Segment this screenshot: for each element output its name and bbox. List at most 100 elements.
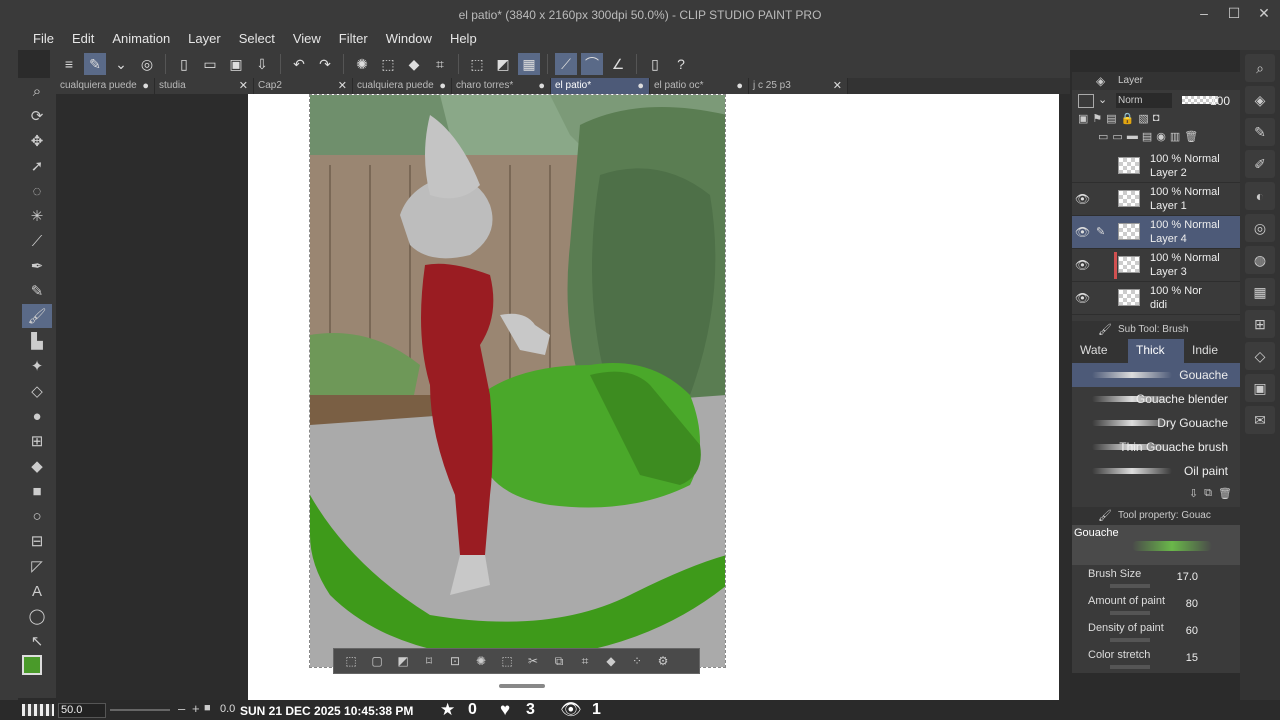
- brush-item[interactable]: Dry Gouache: [1072, 411, 1240, 435]
- stop-icon[interactable]: ■: [204, 702, 211, 714]
- new-folder-icon[interactable]: ▬: [1127, 130, 1138, 150]
- prop-brush-size[interactable]: Brush Size 17.0: [1072, 565, 1240, 592]
- layers-icon[interactable]: ◈: [1245, 86, 1275, 114]
- reference-icon[interactable]: ⚑: [1092, 112, 1102, 130]
- copy-paste-icon[interactable]: ⧉: [548, 654, 570, 669]
- grid-icon[interactable]: ⊞: [22, 429, 52, 453]
- clip-studio-icon[interactable]: ◎: [136, 53, 158, 75]
- pencil-icon[interactable]: ✎: [22, 279, 52, 303]
- main-color-swatch[interactable]: [22, 655, 42, 675]
- deselect-icon[interactable]: ⬚: [466, 53, 488, 75]
- snap-ruler-icon[interactable]: ⟋: [555, 53, 577, 75]
- layer-row[interactable]: 👁 100 % Nor didi: [1072, 282, 1240, 315]
- operation-icon[interactable]: ➚: [22, 154, 52, 178]
- fill-bucket-icon[interactable]: ◆: [22, 454, 52, 478]
- redo-icon[interactable]: ↷: [314, 53, 336, 75]
- menu-help[interactable]: Help: [441, 30, 486, 50]
- tab-document[interactable]: j c 25 p3 ✕: [749, 78, 848, 94]
- layer-row[interactable]: 👁 100 % Normal Layer 1: [1072, 183, 1240, 216]
- layer-row[interactable]: 👁 100 % Normal Layer 3: [1072, 249, 1240, 282]
- unsaved-dot-icon[interactable]: ●: [736, 78, 743, 94]
- color-set-icon[interactable]: ▦: [1245, 278, 1275, 306]
- material-icon[interactable]: ⊞: [1245, 310, 1275, 338]
- blend-icon[interactable]: ●: [22, 404, 52, 428]
- tab-document[interactable]: el patio oc* ●: [650, 78, 749, 94]
- tab-document[interactable]: studia ✕: [155, 78, 254, 94]
- unsaved-dot-icon[interactable]: ●: [538, 78, 545, 94]
- show-selection-icon[interactable]: ▦: [518, 53, 540, 75]
- prop-slider[interactable]: [1110, 665, 1150, 669]
- eraser-icon[interactable]: ◇: [22, 379, 52, 403]
- gradient-icon[interactable]: ■: [22, 479, 52, 503]
- intermediate-color-icon[interactable]: ◇: [1245, 342, 1275, 370]
- trash-icon[interactable]: 🗑: [1184, 130, 1198, 150]
- transform-icon[interactable]: ⌗: [429, 53, 451, 75]
- unsaved-dot-icon[interactable]: ●: [142, 78, 149, 94]
- tab-document-active[interactable]: el patio* ●: [551, 78, 650, 94]
- eye-icon[interactable]: 👁: [1075, 258, 1090, 272]
- shrink-selection-icon[interactable]: ⊡: [444, 654, 466, 668]
- deselect-icon[interactable]: ⬚: [340, 654, 362, 668]
- color-history-icon[interactable]: ◍: [1245, 246, 1275, 274]
- save-icon[interactable]: ▣: [225, 53, 247, 75]
- close-icon[interactable]: ✕: [1256, 5, 1272, 22]
- menu-window[interactable]: Window: [377, 30, 441, 50]
- hamburger-menu-icon[interactable]: ≡: [58, 53, 80, 75]
- zoom-field[interactable]: 50.0: [58, 703, 106, 718]
- maximize-icon[interactable]: ☐: [1226, 5, 1242, 22]
- export-icon[interactable]: ⇩: [251, 53, 273, 75]
- menu-filter[interactable]: Filter: [330, 30, 377, 50]
- draft-icon[interactable]: ▤: [1106, 112, 1116, 130]
- pen-icon[interactable]: ✒: [22, 254, 52, 278]
- lock-icon[interactable]: 🔒: [1121, 112, 1135, 130]
- tab-document[interactable]: cualquiera puede ●: [56, 78, 155, 94]
- mask-icon[interactable]: ◘: [1153, 112, 1160, 130]
- auto-action-icon[interactable]: ✉: [1245, 406, 1275, 434]
- new-layer-icon[interactable]: ▤: [1142, 130, 1152, 150]
- search-icon[interactable]: ⌕: [1245, 54, 1275, 82]
- prop-slider[interactable]: [1110, 584, 1150, 588]
- clear-outside-icon[interactable]: ⬚: [377, 53, 399, 75]
- layer-row[interactable]: 100 % Normal Layer 2: [1072, 150, 1240, 183]
- correct-line-icon[interactable]: ↖: [22, 629, 52, 653]
- prop-value[interactable]: 80: [1186, 598, 1198, 610]
- prop-slider[interactable]: [1110, 638, 1150, 642]
- lock-transparency-icon[interactable]: ▧: [1138, 112, 1148, 130]
- frame-icon[interactable]: ⊟: [22, 529, 52, 553]
- unsaved-dot-icon[interactable]: ●: [637, 78, 644, 94]
- brush-item[interactable]: Gouache blender: [1072, 387, 1240, 411]
- magic-wand-icon[interactable]: ✳: [22, 204, 52, 228]
- prop-amount-of-paint[interactable]: Amount of paint 80: [1072, 592, 1240, 619]
- fill-icon[interactable]: ◆: [403, 53, 425, 75]
- tab-document[interactable]: charo torres* ●: [452, 78, 551, 94]
- brush-icon[interactable]: 🖌: [22, 304, 52, 328]
- invert-selection-icon[interactable]: ◩: [492, 53, 514, 75]
- duplicate-icon[interactable]: ⧉: [1204, 487, 1212, 507]
- clip-icon[interactable]: ▣: [1078, 112, 1088, 130]
- undo-icon[interactable]: ↶: [288, 53, 310, 75]
- prop-value[interactable]: 60: [1186, 625, 1198, 637]
- text-icon[interactable]: A: [22, 579, 52, 603]
- layer-color-box[interactable]: [1078, 94, 1094, 108]
- smartphone-icon[interactable]: ▯: [644, 53, 666, 75]
- invert-selection-icon[interactable]: ◩: [392, 654, 414, 668]
- chevron-down-icon[interactable]: ⌄: [110, 53, 132, 75]
- clear-outside-icon[interactable]: ⬚: [496, 654, 518, 668]
- balloon-icon[interactable]: ◯: [22, 604, 52, 628]
- menu-file[interactable]: File: [24, 30, 63, 50]
- decoration-icon[interactable]: ✦: [22, 354, 52, 378]
- close-icon[interactable]: ✕: [833, 78, 842, 94]
- settings-icon[interactable]: ⚙: [652, 654, 674, 668]
- blend-mode-select[interactable]: Norm: [1116, 93, 1172, 108]
- eye-icon[interactable]: 👁: [1075, 225, 1090, 239]
- menu-select[interactable]: Select: [230, 30, 284, 50]
- menu-view[interactable]: View: [284, 30, 330, 50]
- eye-icon[interactable]: 👁: [1075, 192, 1090, 206]
- layer-property-icon[interactable]: ✎: [1245, 118, 1275, 146]
- prop-value[interactable]: 15: [1186, 652, 1198, 664]
- eye-icon[interactable]: 👁: [1075, 291, 1090, 305]
- prop-density-of-paint[interactable]: Density of paint 60: [1072, 619, 1240, 646]
- color-wheel-icon[interactable]: ◎: [1245, 214, 1275, 242]
- select-all-icon[interactable]: ▢: [366, 654, 388, 668]
- zoom-in-icon[interactable]: +: [192, 701, 200, 716]
